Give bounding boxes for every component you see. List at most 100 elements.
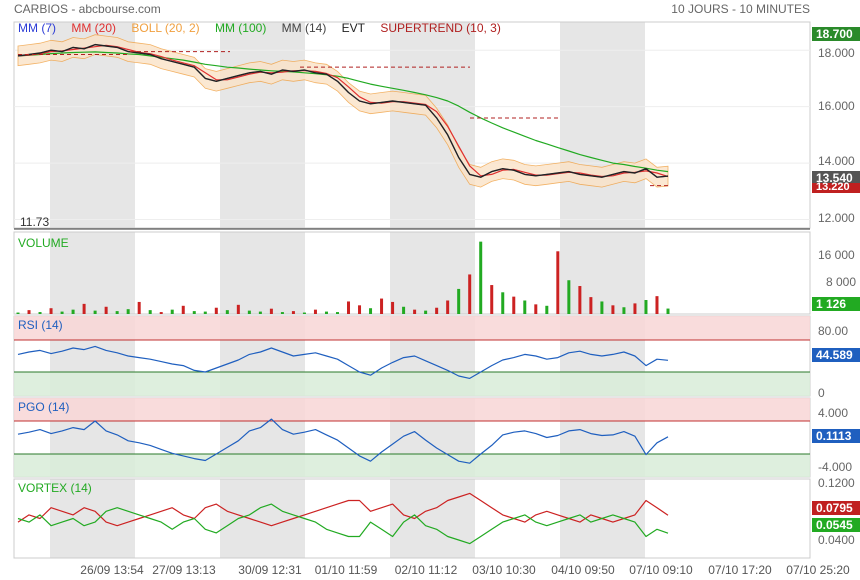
volume-bar [49,308,53,314]
volume-bar [335,312,339,314]
x-tick: 07/10 25:20 [786,563,850,577]
volume-bar [126,309,130,314]
volume-bar [512,296,516,314]
price-min-label: 11.73 [20,215,50,229]
day-stripe [220,232,305,314]
volume-bar [611,305,615,314]
legend-mm100[interactable]: MM (100) [215,21,266,35]
vortex-ytick: 0.0400 [818,533,855,547]
volume-bar [534,304,538,314]
x-tick: 26/09 13:54 [80,563,144,577]
volume-bar [225,310,229,314]
volume-bar [302,312,306,314]
volume-bar [269,308,273,314]
x-tick: 01/10 11:59 [314,563,378,577]
volume-bar [71,309,75,314]
volume-bar [479,241,483,314]
volume-bar [27,310,31,314]
stock-chart [13,21,811,559]
volume-bar [633,303,637,314]
volume-bar [567,280,571,314]
pgo-upper-zone [14,398,810,422]
legend-supertrend[interactable]: SUPERTREND (10, 3) [380,21,500,35]
volume-ytick: 8 000 [826,275,857,289]
volume-bar [247,310,251,314]
volume-bar [369,308,373,314]
volume-bar [446,300,450,314]
volume-bar [38,312,42,314]
volume-bar [347,301,351,314]
volume-bar [313,309,317,314]
day-stripe [220,22,305,228]
day-stripe [390,232,475,314]
volume-bar [82,303,86,314]
rsi-ytick: 80.00 [818,324,849,338]
volume-bar [490,285,494,314]
pgo-title: PGO (14) [18,400,70,414]
x-tick: 04/10 09:50 [551,563,615,577]
day-stripe [390,22,475,228]
volume-bar [391,301,395,314]
legend-mm7[interactable]: MM (7) [18,21,56,35]
volume-bar [468,274,472,314]
volume-bar [137,301,141,314]
x-tick: 07/10 09:10 [629,563,693,577]
volume-bar [93,310,97,314]
x-tick: 30/09 12:31 [238,563,302,577]
day-stripe [560,22,645,228]
x-tick: 03/10 10:30 [472,563,536,577]
pgo-last-badge: 0.1113 [812,429,860,443]
volume-bar [148,310,152,314]
volume-bar [104,306,108,314]
x-tick: 27/09 13:13 [152,563,216,577]
legend-evt[interactable]: EVT [342,21,365,35]
volume-title: VOLUME [18,236,69,250]
volume-bar [545,305,549,314]
rsi-overbought-zone [14,316,810,340]
volume-bar [589,297,593,314]
volume-bar [457,288,461,314]
volume-bar [115,311,119,314]
volume-bar [236,304,240,314]
x-tick: 02/10 11:12 [394,563,458,577]
volume-bar [324,311,328,314]
supertrend-badge: 13.220 [812,182,860,193]
volume-bar [523,300,527,314]
rsi-title: RSI (14) [18,318,63,332]
rsi-ytick: 0 [818,386,825,400]
price-ytick: 16.000 [818,99,855,113]
price-ytick: 18.000 [818,46,855,60]
rsi-oversold-zone [14,372,810,396]
volume-bar [291,311,295,314]
pgo-lower-zone [14,453,810,477]
volume-bar [424,310,428,314]
day-stripe [390,479,475,558]
rsi-last-badge: 44.589 [812,348,860,362]
vortex-ytick: 0.1200 [818,476,855,490]
volume-bar [578,286,582,314]
legend-boll[interactable]: BOLL (20, 2) [131,21,199,35]
x-tick: 07/10 17:20 [708,563,772,577]
volume-bar [214,307,218,314]
volume-bar [170,309,174,314]
price-max-badge: 18.700 [812,27,860,41]
volume-bar [203,311,207,314]
volume-bar [666,308,670,314]
volume-bar [380,298,384,314]
volume-bar [600,301,604,314]
volume-bar [16,312,20,314]
legend-mm14[interactable]: MM (14) [282,21,327,35]
volume-bar [258,311,262,314]
volume-bar [622,307,626,314]
pgo-ytick: -4.000 [818,460,853,474]
vortex-title: VORTEX (14) [18,481,92,495]
legend-mm20[interactable]: MM (20) [71,21,116,35]
volume-last-badge: 1 126 [812,297,860,311]
pgo-ytick: 4.000 [818,406,849,420]
volume-bar [644,300,648,314]
volume-bar [159,312,163,314]
price-ytick: 12.000 [818,211,855,225]
volume-ytick: 16 000 [818,248,855,262]
volume-bar [402,306,406,314]
price-ytick: 14.000 [818,154,855,168]
